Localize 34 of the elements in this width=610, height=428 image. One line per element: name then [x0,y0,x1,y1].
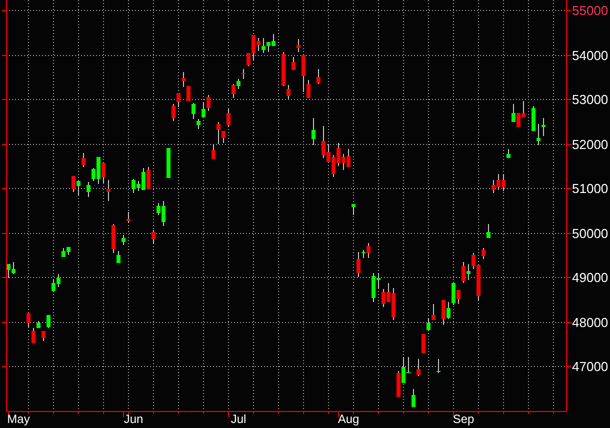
axis-label: 52000 [572,137,608,152]
month-label: Sep [452,412,474,426]
candlestick [416,359,420,376]
candlestick [352,204,356,215]
month-label: May [7,412,30,426]
month-label: Aug [338,412,360,426]
candlestick [166,148,170,178]
candlestick [312,118,316,145]
axis-label: 54000 [572,48,608,63]
axis-label: 47000 [572,359,608,374]
candlestick [292,57,296,70]
month-label: Jul [230,412,246,426]
axis-label: 49000 [572,270,608,285]
axis-label: 48000 [572,315,608,330]
axis-label: 51000 [572,181,608,196]
candlestick [422,334,426,353]
candlestick [152,230,156,244]
candlestick [42,331,46,341]
axis-label: 50000 [572,226,608,241]
candlestick [122,235,126,245]
candlestick [436,359,440,373]
axis-label: 53000 [572,92,608,107]
candlestick [316,69,320,84]
candlestick [412,389,416,407]
month-label: Jun [124,412,144,426]
candlestick [46,315,50,328]
axis-label: 55000 [572,3,608,18]
candlestick [482,248,486,259]
candlestick [486,224,490,238]
candlestick [296,39,300,52]
candlestick [226,109,230,127]
candlestick [126,212,130,223]
candlestick [506,149,510,158]
candlestick [82,153,86,167]
